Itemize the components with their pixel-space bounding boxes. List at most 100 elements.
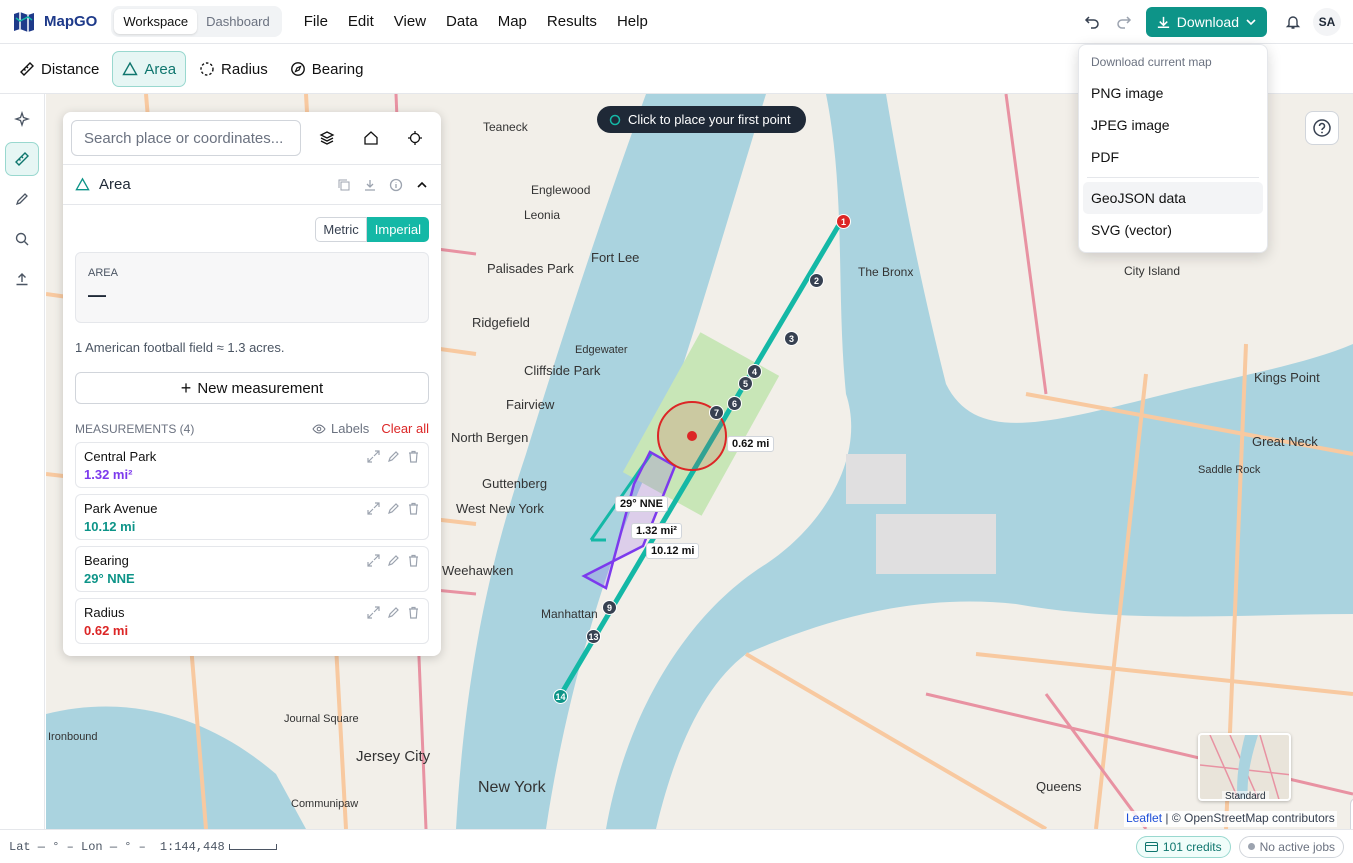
labels-toggle[interactable]: Labels <box>331 421 369 436</box>
search-input[interactable]: Search place or coordinates... <box>71 120 301 156</box>
place-label: Manhattan <box>541 607 598 621</box>
search-icon[interactable] <box>5 222 39 256</box>
route-marker[interactable]: 6 <box>727 396 742 411</box>
menu-map[interactable]: Map <box>498 13 527 30</box>
route-marker[interactable]: 5 <box>738 376 753 391</box>
menu-divider <box>1087 177 1259 178</box>
trash-icon[interactable] <box>407 554 420 567</box>
app-name: MapGO <box>44 13 98 30</box>
help-button[interactable] <box>1305 111 1339 145</box>
clear-all-button[interactable]: Clear all <box>381 421 429 436</box>
download-svg[interactable]: SVG (vector) <box>1083 214 1263 246</box>
expand-icon[interactable] <box>367 450 380 463</box>
download-pdf[interactable]: PDF <box>1083 141 1263 173</box>
download-icon <box>1157 16 1169 28</box>
undo-icon[interactable] <box>1076 6 1108 38</box>
search-row: Search place or coordinates... <box>63 112 441 165</box>
edit-icon[interactable] <box>387 554 400 567</box>
pencil-icon[interactable] <box>5 182 39 216</box>
compass-icon <box>290 62 305 76</box>
menu-file[interactable]: File <box>304 13 328 30</box>
sparkles-icon[interactable] <box>5 102 39 136</box>
tool-bearing-label: Bearing <box>311 60 364 78</box>
measurement-item[interactable]: Radius 0.62 mi <box>75 598 429 644</box>
redo-icon[interactable] <box>1108 6 1140 38</box>
download-png[interactable]: PNG image <box>1083 77 1263 109</box>
place-label: Teaneck <box>483 120 528 134</box>
app-logo[interactable]: MapGO <box>12 10 97 34</box>
bell-icon[interactable] <box>1277 6 1309 38</box>
route-marker[interactable]: 14 <box>553 689 568 704</box>
placement-tip: Click to place your first point <box>597 106 806 133</box>
measurement-value: 1.32 mi² <box>84 467 133 482</box>
measurements-header: MEASUREMENTS (4) Labels Clear all <box>75 421 429 436</box>
jobs-badge[interactable]: No active jobs <box>1238 835 1344 858</box>
route-marker[interactable]: 7 <box>709 405 724 420</box>
unit-metric[interactable]: Metric <box>315 217 367 242</box>
unit-imperial[interactable]: Imperial <box>366 217 429 242</box>
edit-icon[interactable] <box>387 502 400 515</box>
plus-icon: + <box>180 377 192 398</box>
trash-icon[interactable] <box>407 502 420 515</box>
route-marker[interactable]: 3 <box>784 331 799 346</box>
measurement-item[interactable]: Bearing 29° NNE <box>75 546 429 592</box>
download-label: Download <box>1176 14 1239 30</box>
ruler-icon <box>20 62 34 76</box>
place-label: Edgewater <box>575 344 628 356</box>
chevron-down-icon <box>1246 19 1256 26</box>
route-marker[interactable]: 2 <box>809 273 824 288</box>
download-button[interactable]: Download <box>1145 7 1267 37</box>
area-label: 1.32 mi² <box>631 523 682 539</box>
bearing-label: 29° NNE <box>615 496 668 512</box>
new-measurement-button[interactable]: + New measurement <box>75 372 429 404</box>
trash-icon[interactable] <box>407 450 420 463</box>
scale-readout: 1:144,448 <box>159 839 225 854</box>
menu-help[interactable]: Help <box>617 13 648 30</box>
tab-dashboard[interactable]: Dashboard <box>197 9 279 34</box>
route-marker[interactable]: 13 <box>586 629 601 644</box>
measurement-item[interactable]: Park Avenue 10.12 mi <box>75 494 429 540</box>
edit-icon[interactable] <box>387 606 400 619</box>
place-label: Journal Square <box>284 713 359 725</box>
area-result-label: AREA <box>88 267 118 279</box>
place-label: Ironbound <box>48 731 98 743</box>
crosshair-icon <box>609 114 621 125</box>
place-label: Jersey City <box>356 748 431 765</box>
menu-results[interactable]: Results <box>547 13 597 30</box>
upload-icon[interactable] <box>5 262 39 296</box>
tool-radius[interactable]: Radius <box>190 51 277 87</box>
chevron-up-icon[interactable] <box>415 178 429 192</box>
ruler-icon[interactable] <box>5 142 39 176</box>
download-jpeg[interactable]: JPEG image <box>1083 109 1263 141</box>
download-icon[interactable] <box>363 178 377 192</box>
minimap[interactable]: Standard <box>1198 733 1291 801</box>
measurement-item[interactable]: Central Park 1.32 mi² <box>75 442 429 488</box>
expand-icon[interactable] <box>367 606 380 619</box>
menu-edit[interactable]: Edit <box>348 13 374 30</box>
place-label: Cliffside Park <box>524 363 601 378</box>
expand-icon[interactable] <box>367 554 380 567</box>
menu-data[interactable]: Data <box>446 13 478 30</box>
leaflet-link[interactable]: Leaflet <box>1126 811 1162 825</box>
place-label: West New York <box>456 501 544 516</box>
copy-icon[interactable] <box>337 178 351 192</box>
expand-icon[interactable] <box>367 502 380 515</box>
tool-area[interactable]: Area <box>112 51 187 87</box>
avatar[interactable]: SA <box>1313 8 1341 36</box>
credits-badge[interactable]: 101 credits <box>1135 835 1231 858</box>
trash-icon[interactable] <box>407 606 420 619</box>
home-icon[interactable] <box>355 122 387 154</box>
route-marker[interactable]: 9 <box>602 600 617 615</box>
tool-area-label: Area <box>144 60 177 78</box>
menu-view[interactable]: View <box>394 13 426 30</box>
tool-bearing[interactable]: Bearing <box>281 51 373 87</box>
tab-workspace[interactable]: Workspace <box>114 9 198 34</box>
download-geojson[interactable]: GeoJSON data <box>1083 182 1263 214</box>
edit-icon[interactable] <box>387 450 400 463</box>
eye-icon[interactable] <box>312 422 326 436</box>
info-icon[interactable] <box>389 178 403 192</box>
layers-icon[interactable] <box>311 122 343 154</box>
locate-icon[interactable] <box>399 122 431 154</box>
tool-distance[interactable]: Distance <box>10 51 108 87</box>
route-marker[interactable]: 1 <box>836 214 851 229</box>
